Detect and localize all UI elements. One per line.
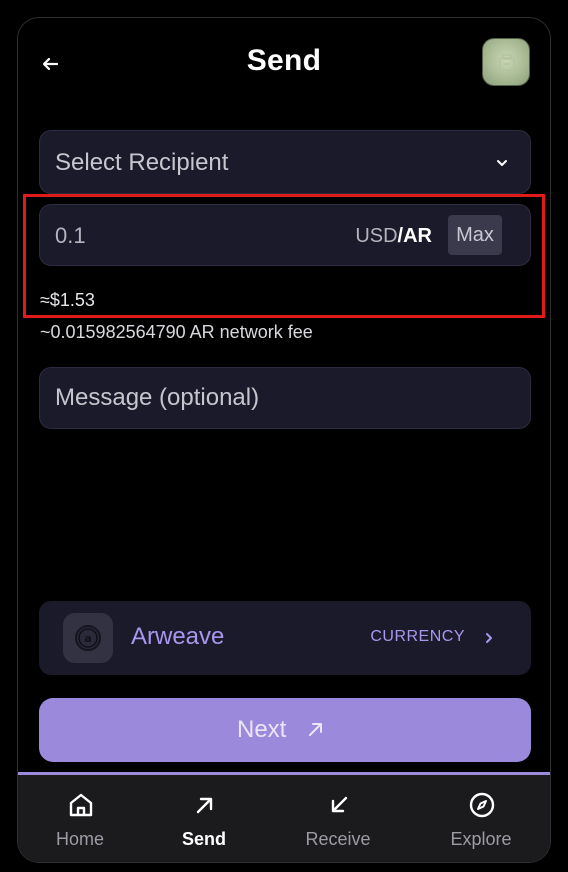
arweave-logo-icon: a: [63, 613, 113, 663]
token-name: Arweave: [131, 623, 225, 650]
nav-explore-label: Explore: [450, 829, 512, 849]
home-icon: [69, 793, 93, 817]
page-title: Send: [246, 44, 322, 77]
app-frame: Send Select Recipient 0.1 USD/AR Max ≈$1…: [17, 17, 551, 863]
nav-explore[interactable]: Explore: [421, 775, 541, 862]
arrow-up-right-icon: [196, 797, 213, 814]
recipient-placeholder: Select Recipient: [55, 149, 229, 176]
nav-receive-label: Receive: [305, 829, 371, 849]
compass-icon: [469, 792, 495, 818]
arrow-down-left-icon: [331, 796, 348, 813]
unit-ar[interactable]: AR: [403, 225, 432, 247]
nav-home[interactable]: Home: [20, 775, 140, 862]
nav-send[interactable]: Send: [144, 775, 264, 862]
nav-home-label: Home: [55, 829, 104, 849]
bottom-nav: Home Send Receive Explore: [18, 772, 550, 862]
header: Send: [18, 18, 550, 108]
max-button[interactable]: Max: [448, 215, 502, 255]
message-field[interactable]: Message (optional): [39, 367, 531, 429]
token-currency-label: CURRENCY: [370, 628, 465, 645]
amount-input[interactable]: 0.1: [55, 223, 86, 249]
chevron-down-icon: [497, 160, 507, 166]
token-selector[interactable]: a Arweave CURRENCY: [39, 601, 531, 675]
avatar-icon: [499, 54, 515, 71]
nav-receive[interactable]: Receive: [278, 775, 398, 862]
amount-field[interactable]: 0.1 USD/AR Max: [39, 204, 531, 266]
arweave-logo-mark: a: [75, 625, 101, 651]
wallet-avatar[interactable]: [482, 38, 530, 86]
select-recipient-field[interactable]: Select Recipient: [39, 130, 531, 194]
chevron-right-icon: [486, 633, 492, 643]
svg-text:a: a: [84, 632, 91, 645]
arrow-up-right-icon: [309, 723, 322, 736]
next-button[interactable]: Next: [39, 698, 531, 762]
network-fee: ~0.015982564790 AR network fee: [40, 322, 313, 342]
arweave-glyph-icon: a: [78, 628, 98, 648]
message-placeholder: Message (optional): [55, 384, 260, 411]
fiat-estimate: ≈$1.53: [40, 290, 95, 310]
nav-send-label: Send: [181, 829, 226, 849]
unit-usd[interactable]: USD: [355, 225, 397, 247]
next-button-label: Next: [237, 716, 287, 743]
unit-toggle[interactable]: USD/AR: [355, 225, 432, 248]
